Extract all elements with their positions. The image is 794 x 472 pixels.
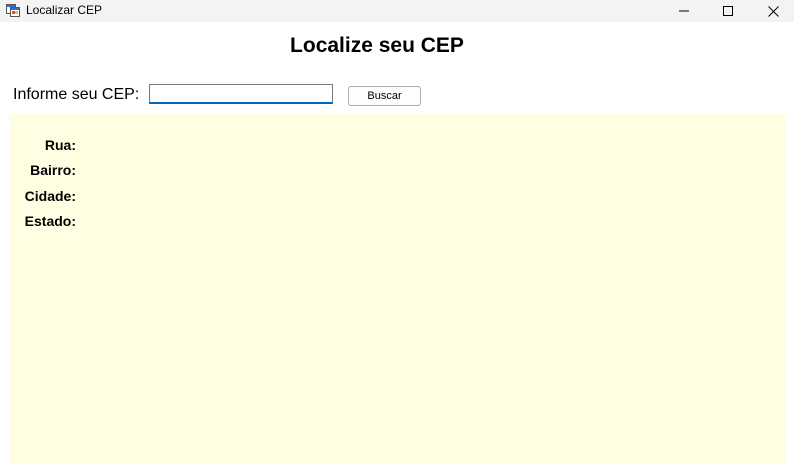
app-window: Localizar CEP Localize seu CEP Informe s… <box>0 0 794 472</box>
title-bar[interactable]: Localizar CEP <box>0 0 794 22</box>
result-panel: Rua: Bairro: Cidade: Estado: <box>9 114 785 464</box>
window-title: Localizar CEP <box>26 3 103 17</box>
street-label: Rua: <box>44 137 76 153</box>
search-button[interactable]: Buscar <box>348 86 421 106</box>
minimize-icon <box>679 10 689 12</box>
close-icon <box>767 5 779 17</box>
city-label: Cidade: <box>24 188 76 204</box>
maximize-button[interactable] <box>705 0 751 22</box>
maximize-icon <box>723 6 733 16</box>
cep-label: Informe seu CEP: <box>13 86 140 103</box>
app-icon <box>6 3 20 17</box>
page-title: Localize seu CEP <box>290 34 464 57</box>
state-label: Estado: <box>24 213 76 229</box>
minimize-button[interactable] <box>661 0 707 22</box>
cep-input[interactable] <box>149 84 333 104</box>
close-button[interactable] <box>750 0 794 22</box>
neighborhood-label: Bairro: <box>30 162 76 178</box>
